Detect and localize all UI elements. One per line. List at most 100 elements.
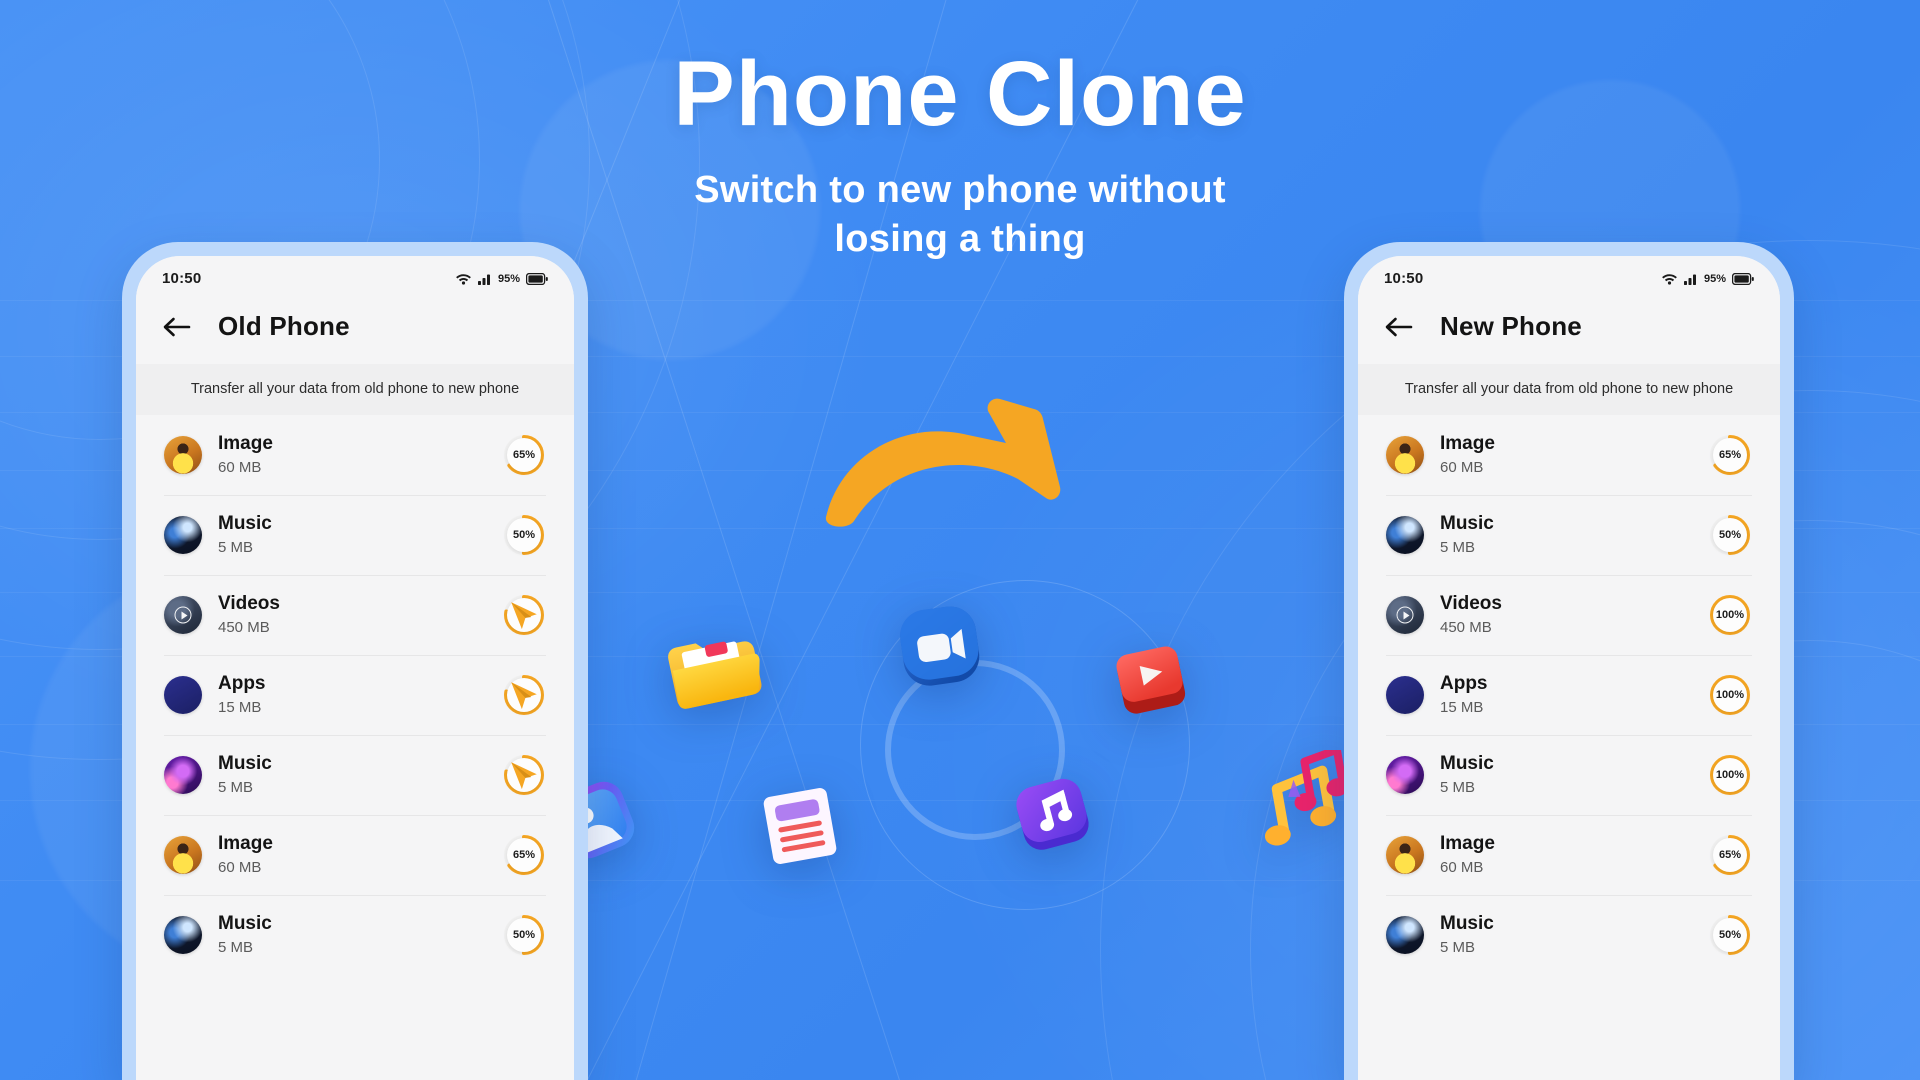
transfer-row-size: 5 MB bbox=[218, 939, 254, 957]
play-overlay-icon bbox=[174, 606, 192, 624]
calculator-app-thumb bbox=[164, 676, 202, 714]
transfer-row-title: Music bbox=[218, 513, 272, 535]
transfer-banner: Transfer all your data from old phone to… bbox=[136, 364, 574, 415]
progress-label: 100% bbox=[1715, 609, 1745, 621]
wifi-icon bbox=[1662, 274, 1677, 285]
concert-crowd-thumb bbox=[164, 516, 202, 554]
battery-full-icon bbox=[1732, 272, 1754, 285]
transfer-row-size: 15 MB bbox=[1440, 699, 1484, 717]
progress-label: 65% bbox=[1718, 849, 1742, 861]
transfer-row[interactable]: Music 5 MB 50% bbox=[1360, 495, 1778, 575]
transfer-row-title: Image bbox=[218, 433, 273, 455]
back-arrow-icon[interactable] bbox=[162, 315, 192, 339]
document-text-icon bbox=[752, 778, 848, 879]
status-bar-time: 10:50 bbox=[162, 270, 202, 287]
progress-center: 50% bbox=[507, 518, 541, 552]
send-icon bbox=[511, 602, 537, 630]
transfer-row-title: Music bbox=[1440, 513, 1494, 535]
transfer-progress[interactable]: 100% bbox=[1708, 753, 1752, 797]
transfer-row[interactable]: Apps 15 MB bbox=[138, 655, 572, 735]
signal-bars-icon bbox=[1683, 274, 1696, 285]
transfer-row[interactable]: Image 60 MB 65% bbox=[138, 815, 572, 895]
curved-right-arrow-icon bbox=[825, 398, 1061, 527]
page-title: Phone Clone bbox=[673, 43, 1247, 145]
transfer-row[interactable]: Music 5 MB bbox=[138, 735, 572, 815]
battery-percent-label: 95% bbox=[1703, 272, 1726, 285]
transfer-row[interactable]: Image 60 MB 65% bbox=[1360, 815, 1778, 895]
transfer-list-old[interactable]: Image 60 MB 65% Music 5 MB 50% Videos 450 MB App… bbox=[136, 415, 574, 1080]
portrait-yellow-dress-thumb bbox=[1386, 436, 1424, 474]
transfer-row-size: 60 MB bbox=[218, 859, 262, 877]
transfer-row-size: 450 MB bbox=[1440, 619, 1492, 637]
phone-mockup-new: 10:50 95% New Phone Transfer all your da… bbox=[1344, 242, 1794, 1080]
transfer-row[interactable]: Music 5 MB 100% bbox=[1360, 735, 1778, 815]
progress-center: 65% bbox=[507, 438, 541, 472]
transfer-progress[interactable]: 100% bbox=[1708, 673, 1752, 717]
music-note-cube-icon bbox=[1008, 770, 1100, 867]
play-overlay-icon bbox=[1396, 606, 1414, 624]
transfer-row-title: Music bbox=[218, 753, 272, 775]
transfer-row[interactable]: Music 5 MB 50% bbox=[1360, 895, 1778, 975]
transfer-row[interactable]: Videos 450 MB 100% bbox=[1360, 575, 1778, 655]
progress-label: 50% bbox=[1718, 929, 1742, 941]
transfer-row[interactable]: Image 60 MB 65% bbox=[138, 415, 572, 495]
transfer-progress[interactable]: 65% bbox=[1708, 433, 1752, 477]
transfer-progress[interactable]: 50% bbox=[502, 913, 546, 957]
transfer-banner: Transfer all your data from old phone to… bbox=[1358, 364, 1780, 415]
progress-label: 100% bbox=[1715, 689, 1745, 701]
app-bar-title: New Phone bbox=[1440, 311, 1582, 341]
transfer-row-size: 60 MB bbox=[1440, 859, 1484, 877]
transfer-row-size: 60 MB bbox=[1440, 459, 1484, 477]
transfer-row-size: 5 MB bbox=[218, 779, 254, 797]
back-arrow-icon[interactable] bbox=[1384, 315, 1414, 339]
progress-center bbox=[507, 598, 541, 632]
transfer-row[interactable]: Apps 15 MB 100% bbox=[1360, 655, 1778, 735]
calculator-app-thumb bbox=[1386, 676, 1424, 714]
transfer-progress[interactable]: 65% bbox=[1708, 833, 1752, 877]
transfer-row-title: Image bbox=[218, 833, 273, 855]
progress-center: 50% bbox=[507, 918, 541, 952]
transfer-progress[interactable]: 100% bbox=[1708, 593, 1752, 637]
transfer-row[interactable]: Image 60 MB 65% bbox=[1360, 415, 1778, 495]
send-icon bbox=[511, 682, 537, 710]
progress-center: 100% bbox=[1713, 598, 1747, 632]
transfer-progress[interactable]: 65% bbox=[502, 433, 546, 477]
transfer-row-size: 5 MB bbox=[1440, 779, 1476, 797]
progress-center: 65% bbox=[507, 838, 541, 872]
transfer-row[interactable]: Music 5 MB 50% bbox=[138, 895, 572, 975]
page-subtitle-line-1: Switch to new phone without bbox=[694, 169, 1226, 211]
transfer-progress[interactable] bbox=[502, 753, 546, 797]
app-bar-title: Old Phone bbox=[218, 311, 350, 341]
app-bar: Old Phone bbox=[136, 293, 574, 364]
progress-center: 100% bbox=[1713, 678, 1747, 712]
concert-crowd-thumb bbox=[1386, 916, 1424, 954]
video-play-thumb bbox=[1386, 596, 1424, 634]
purple-concert-thumb bbox=[164, 756, 202, 794]
transfer-row[interactable]: Music 5 MB 50% bbox=[138, 495, 572, 575]
progress-center: 50% bbox=[1713, 918, 1747, 952]
progress-center bbox=[507, 758, 541, 792]
transfer-progress[interactable]: 50% bbox=[502, 513, 546, 557]
transfer-progress[interactable]: 50% bbox=[1708, 513, 1752, 557]
status-bar: 10:50 95% bbox=[136, 256, 574, 293]
transfer-row-size: 5 MB bbox=[218, 539, 254, 557]
transfer-progress[interactable]: 65% bbox=[502, 833, 546, 877]
status-bar: 10:50 95% bbox=[1358, 256, 1780, 293]
transfer-progress[interactable] bbox=[502, 593, 546, 637]
transfer-progress[interactable] bbox=[502, 673, 546, 717]
portrait-yellow-dress-thumb bbox=[164, 836, 202, 874]
page-header: Phone Clone Switch to new phone without … bbox=[0, 0, 1920, 263]
progress-center: 65% bbox=[1713, 838, 1747, 872]
transfer-list-new[interactable]: Image 60 MB 65% Music 5 MB 50% Videos 450 MB 100… bbox=[1358, 415, 1780, 1080]
progress-label: 65% bbox=[512, 849, 536, 861]
send-icon bbox=[511, 762, 537, 790]
progress-center bbox=[507, 678, 541, 712]
transfer-row-title: Videos bbox=[1440, 593, 1502, 615]
progress-label: 50% bbox=[512, 529, 536, 541]
transfer-row[interactable]: Videos 450 MB bbox=[138, 575, 572, 655]
transfer-row-size: 15 MB bbox=[218, 699, 262, 717]
video-play-thumb bbox=[164, 596, 202, 634]
red-play-cube-icon bbox=[1108, 638, 1194, 729]
transfer-row-size: 5 MB bbox=[1440, 939, 1476, 957]
transfer-progress[interactable]: 50% bbox=[1708, 913, 1752, 957]
